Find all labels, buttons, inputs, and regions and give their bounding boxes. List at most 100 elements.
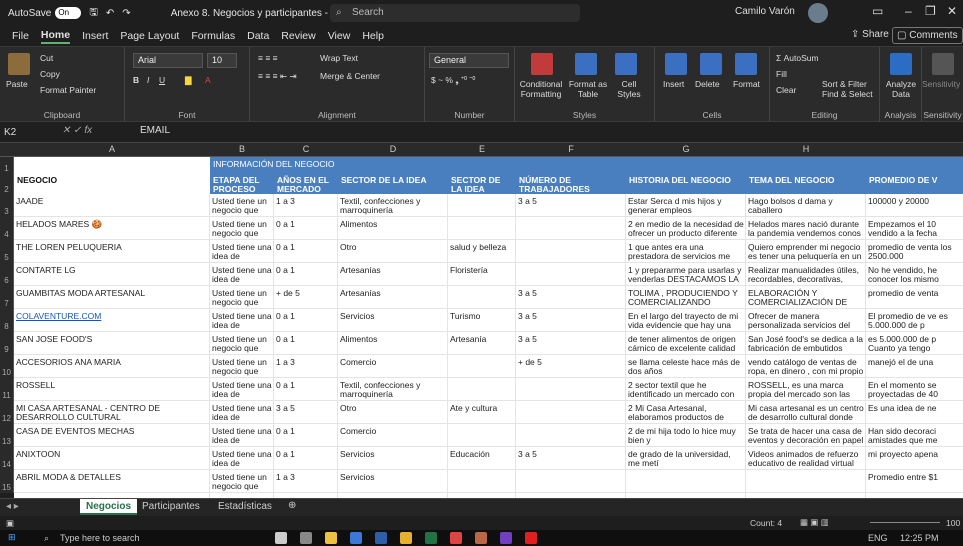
- table-cell[interactable]: JAADE: [14, 196, 210, 216]
- table-cell[interactable]: [448, 196, 516, 216]
- column-header-g[interactable]: G: [626, 144, 746, 154]
- table-cell[interactable]: Usted tiene un negocio que: [210, 472, 274, 492]
- table-cell[interactable]: [448, 472, 516, 492]
- table-cell[interactable]: Comercio: [338, 357, 448, 377]
- cut-button[interactable]: Cut: [40, 53, 53, 63]
- table-cell[interactable]: [516, 219, 626, 239]
- row-header[interactable]: 3: [0, 194, 14, 217]
- analyze-data-icon[interactable]: [890, 53, 912, 75]
- cell-styles-icon[interactable]: [615, 53, 637, 75]
- table-cell[interactable]: Usted tiene un negocio que opera ventas: [210, 219, 274, 240]
- row-header[interactable]: 5: [0, 240, 14, 263]
- table-cell[interactable]: Artesanías: [338, 265, 448, 285]
- maximize-icon[interactable]: ❐: [925, 4, 936, 18]
- table-cell[interactable]: Alimentos: [338, 219, 448, 239]
- italic-button[interactable]: I: [147, 75, 149, 85]
- table-cell[interactable]: + de 5: [516, 357, 626, 377]
- table-cell[interactable]: 3 a 5: [516, 288, 626, 308]
- table-cell[interactable]: salud y belleza: [448, 242, 516, 262]
- font-name-select[interactable]: Arial: [133, 53, 203, 68]
- table-cell[interactable]: [516, 265, 626, 285]
- menu-review[interactable]: Review: [281, 30, 315, 42]
- clear-button[interactable]: Clear: [776, 85, 796, 95]
- share-button[interactable]: ⇪ Share: [851, 29, 889, 44]
- delete-icon[interactable]: [700, 53, 722, 75]
- column-title[interactable]: ETAPA DEL PROCESO: [210, 175, 274, 194]
- sensitivity-icon[interactable]: [932, 53, 954, 75]
- table-cell[interactable]: Es una idea de ne: [866, 403, 963, 423]
- table-cell[interactable]: ABRIL MODA & DETALLES: [14, 472, 210, 492]
- comments-button[interactable]: ▢ Comments: [892, 27, 963, 44]
- formula-input[interactable]: EMAIL: [140, 125, 170, 136]
- view-normal-icon[interactable]: ▦ ▣ ▥: [800, 517, 829, 528]
- table-cell[interactable]: Usted tiene una idea de negocio: [210, 265, 274, 286]
- table-cell[interactable]: 2 sector textil que he identificado un m…: [626, 380, 746, 401]
- redo-icon[interactable]: ↷: [122, 8, 130, 19]
- table-cell[interactable]: 3 a 5: [516, 311, 626, 331]
- format-table-button[interactable]: Format as Table: [567, 79, 609, 99]
- cell-styles-button[interactable]: Cell Styles: [611, 79, 647, 99]
- table-cell[interactable]: En el largo del trayecto de mi vida evid…: [626, 311, 746, 332]
- table-cell[interactable]: [448, 219, 516, 239]
- table-cell[interactable]: Ate y cultura: [448, 403, 516, 423]
- column-title[interactable]: SECTOR DE LA IDEA (OTRO): [448, 175, 516, 203]
- row-header[interactable]: 13: [0, 424, 14, 447]
- font-color-icon[interactable]: A: [205, 75, 211, 85]
- file-explorer-icon[interactable]: [325, 532, 337, 544]
- table-cell[interactable]: Servicios: [338, 449, 448, 469]
- table-cell[interactable]: MI CASA ARTESANAL - CENTRO DE DESARROLLO…: [14, 403, 210, 423]
- table-cell[interactable]: Usted tiene un negocio que opera ventas: [210, 357, 274, 378]
- row-header[interactable]: 12: [0, 401, 14, 424]
- table-cell[interactable]: Servicios: [338, 472, 448, 492]
- table-cell[interactable]: [516, 426, 626, 446]
- table-cell[interactable]: 0 a 1: [274, 311, 338, 331]
- column-title[interactable]: NÚMERO DE TRABAJADORES: [516, 175, 626, 194]
- underline-button[interactable]: U: [159, 75, 165, 85]
- menu-home[interactable]: Home: [40, 29, 71, 44]
- table-cell[interactable]: Usted tiene una idea de negocio: [210, 380, 274, 401]
- table-cell[interactable]: Helados mares nació durante la pandemia …: [746, 219, 866, 240]
- table-cell[interactable]: 0 a 1: [274, 426, 338, 446]
- row-header[interactable]: 10: [0, 355, 14, 378]
- copy-button[interactable]: Copy: [40, 69, 60, 79]
- table-cell[interactable]: 1 a 3: [274, 472, 338, 492]
- table-cell[interactable]: [746, 472, 866, 492]
- table-cell[interactable]: Usted tiene un negocio que opera ventas: [210, 288, 274, 309]
- taskbar-time[interactable]: 12:25 PM: [900, 533, 939, 543]
- format-icon[interactable]: [735, 53, 757, 75]
- table-cell[interactable]: [448, 380, 516, 400]
- align-top-icon[interactable]: ≡ ≡ ≡: [258, 53, 278, 63]
- table-cell[interactable]: Comercio: [338, 426, 448, 446]
- table-cell[interactable]: 1 que antes era una prestadora de servic…: [626, 242, 746, 263]
- table-cell[interactable]: ROSSELL, es una marca propia del mercado…: [746, 380, 866, 401]
- spreadsheet-grid[interactable]: INFORMACIÓN DEL NEGOCIO NEGOCIO ETAPA DEL…: [14, 157, 963, 498]
- sensitivity-button[interactable]: Sensitivity: [922, 79, 960, 89]
- sheet-tab-participantes[interactable]: Participantes: [136, 499, 206, 515]
- table-cell[interactable]: de grado de la universidad, me metí: [626, 449, 746, 469]
- table-cell[interactable]: Empezamos el 10 vendido a la fecha: [866, 219, 963, 239]
- table-cell[interactable]: THE LOREN PELUQUERIA: [14, 242, 210, 262]
- column-title[interactable]: HISTORIA DEL NEGOCIO: [626, 175, 746, 194]
- table-cell[interactable]: mi proyecto apena: [866, 449, 963, 469]
- table-cell[interactable]: Textil, confecciones y marroquinería: [338, 196, 448, 216]
- table-cell[interactable]: Ofrecer de manera personalizada servicio…: [746, 311, 866, 332]
- mail-icon[interactable]: [350, 532, 362, 544]
- menu-data[interactable]: Data: [247, 30, 269, 42]
- table-cell[interactable]: 0 a 1: [274, 380, 338, 400]
- save-icon[interactable]: 🖫: [89, 5, 98, 22]
- table-cell[interactable]: HELADOS MARES 🍪: [14, 219, 210, 239]
- table-cell[interactable]: Floristería: [448, 265, 516, 285]
- table-cell[interactable]: + de 5: [274, 288, 338, 308]
- table-cell[interactable]: Turismo: [448, 311, 516, 331]
- table-cell[interactable]: Se trata de hacer una casa de eventos y …: [746, 426, 866, 446]
- table-cell[interactable]: [516, 380, 626, 400]
- table-cell[interactable]: Mi casa artesanal es un centro de desarr…: [746, 403, 866, 424]
- windows-start-icon[interactable]: ⊞: [8, 532, 16, 543]
- table-cell[interactable]: 3 a 5: [516, 334, 626, 354]
- menu-formulas[interactable]: Formulas: [191, 30, 235, 42]
- column-header-e[interactable]: E: [448, 144, 516, 154]
- table-cell[interactable]: 0 a 1: [274, 219, 338, 239]
- table-cell[interactable]: 3 a 5: [516, 196, 626, 216]
- column-header-c[interactable]: C: [274, 144, 338, 154]
- undo-icon[interactable]: ↶: [106, 8, 114, 19]
